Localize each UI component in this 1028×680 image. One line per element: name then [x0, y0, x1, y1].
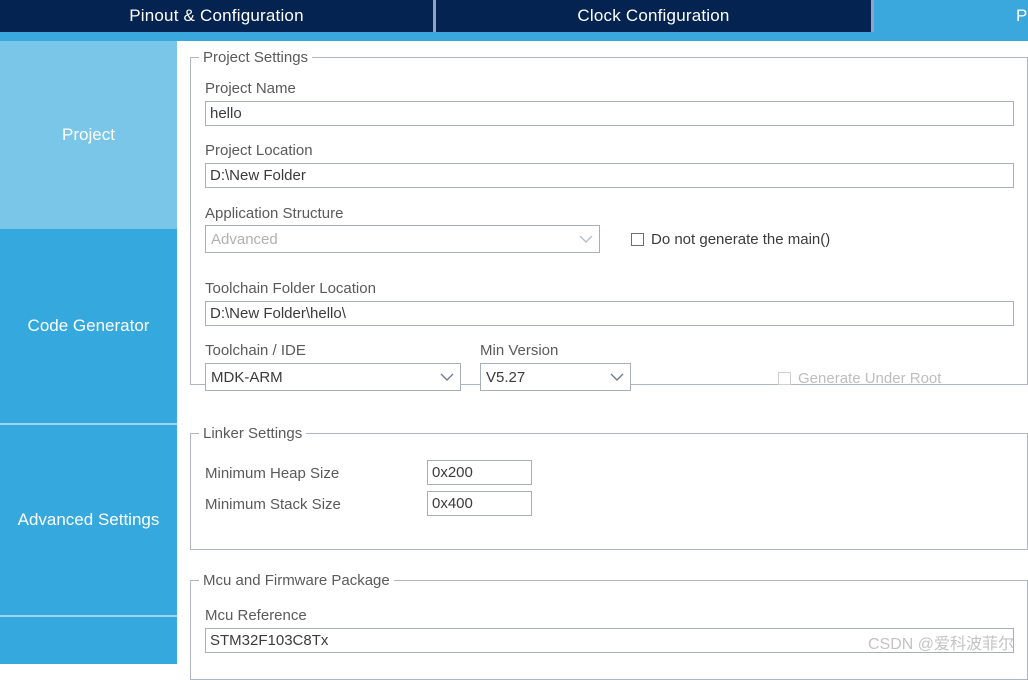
min-version-value: V5.27	[486, 368, 526, 386]
do-not-generate-main-checkbox[interactable]	[631, 233, 644, 246]
project-manager-panel: Project Settings Project Name Project Lo…	[177, 41, 1028, 680]
chevron-down-icon	[434, 373, 460, 382]
sidebar-item-extra[interactable]	[0, 615, 177, 664]
toolchain-ide-label: Toolchain / IDE	[205, 342, 306, 359]
watermark-text: CSDN @爱科波菲尔	[867, 636, 1014, 653]
tab-pinout-configuration[interactable]: Pinout & Configuration	[0, 0, 433, 32]
toolchain-ide-value: MDK-ARM	[211, 368, 283, 386]
min-version-label: Min Version	[480, 342, 559, 359]
tab-clock-configuration-label: Clock Configuration	[577, 6, 730, 25]
sidebar-item-code-generator-label: Code Generator	[27, 316, 150, 335]
min-version-combobox[interactable]: V5.27	[480, 363, 631, 391]
project-settings-group: Project Settings Project Name Project Lo…	[190, 49, 1028, 391]
toolchain-ide-combobox[interactable]: MDK-ARM	[205, 363, 461, 391]
chevron-down-icon	[604, 373, 630, 382]
tab-project-manager[interactable]: Pr	[871, 0, 1028, 32]
sidebar-item-project[interactable]: Project	[0, 41, 177, 229]
project-name-input[interactable]	[205, 101, 1014, 126]
application-structure-label: Application Structure	[205, 205, 344, 222]
toolchain-folder-location-label: Toolchain Folder Location	[205, 280, 376, 297]
project-location-label: Project Location	[205, 142, 313, 159]
minimum-heap-size-input[interactable]	[427, 460, 532, 485]
tab-pinout-configuration-label: Pinout & Configuration	[129, 6, 304, 25]
application-structure-combobox[interactable]: Advanced	[205, 225, 600, 253]
toolchain-folder-location-input[interactable]	[205, 301, 1014, 326]
sidebar-item-advanced-settings-label: Advanced Settings	[17, 510, 160, 529]
sidebar-item-project-label: Project	[62, 125, 115, 144]
do-not-generate-main-label: Do not generate the main()	[651, 231, 831, 248]
tab-project-manager-label: Pr	[1016, 6, 1028, 25]
chevron-down-icon	[573, 235, 599, 244]
project-settings-group-title: Project Settings	[199, 49, 313, 66]
project-location-input[interactable]	[205, 163, 1014, 188]
application-structure-value: Advanced	[211, 230, 278, 248]
minimum-stack-size-label: Minimum Stack Size	[205, 496, 341, 513]
do-not-generate-main-checkbox-row[interactable]: Do not generate the main()	[631, 231, 830, 248]
generate-under-root-checkbox[interactable]	[778, 372, 791, 385]
sidebar: Project Code Generator Advanced Settings	[0, 41, 177, 664]
minimum-heap-size-label: Minimum Heap Size	[205, 465, 340, 482]
generate-under-root-checkbox-row[interactable]: Generate Under Root	[778, 370, 941, 387]
tab-accent-strip	[0, 32, 1028, 41]
mcu-reference-label: Mcu Reference	[205, 607, 307, 624]
tab-clock-configuration[interactable]: Clock Configuration	[433, 0, 871, 32]
linker-settings-group: Linker Settings Minimum Heap Size Minimu…	[190, 425, 1028, 550]
main-tab-bar: Pinout & Configuration Clock Configurati…	[0, 0, 1028, 32]
minimum-stack-size-input[interactable]	[427, 491, 532, 516]
linker-settings-group-title: Linker Settings	[199, 425, 307, 442]
generate-under-root-label: Generate Under Root	[798, 370, 942, 387]
project-name-label: Project Name	[205, 80, 296, 97]
sidebar-item-code-generator[interactable]: Code Generator	[0, 229, 177, 423]
mcu-firmware-package-group-title: Mcu and Firmware Package	[199, 572, 394, 589]
sidebar-item-advanced-settings[interactable]: Advanced Settings	[0, 423, 177, 615]
